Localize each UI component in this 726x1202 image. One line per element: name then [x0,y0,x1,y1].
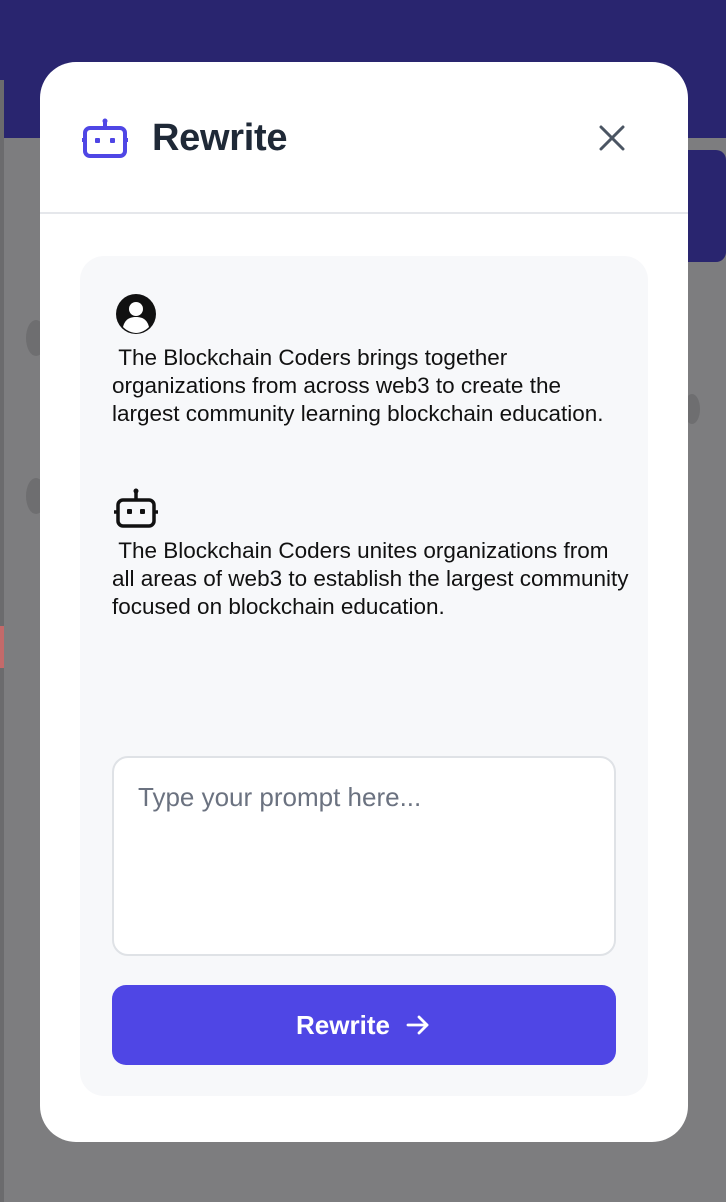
rewrite-modal: Rewrite The Blockchain Coders brings tog… [40,62,688,1142]
prompt-input[interactable] [112,756,616,956]
rewrite-button-label: Rewrite [296,1009,390,1040]
close-icon[interactable] [592,118,632,158]
user-message: The Blockchain Coders brings together or… [112,345,604,426]
modal-title: Rewrite [152,117,288,159]
background-marker [0,626,4,668]
user-avatar-icon [116,294,156,334]
assistant-message: The Blockchain Coders unites organizatio… [112,538,635,619]
modal-header: Rewrite [40,62,688,214]
conversation-panel: The Blockchain Coders brings together or… [80,256,648,1096]
arrow-right-icon [406,1015,429,1035]
robot-icon [82,118,128,158]
robot-icon [114,488,158,528]
rewrite-button[interactable]: Rewrite [112,985,616,1065]
